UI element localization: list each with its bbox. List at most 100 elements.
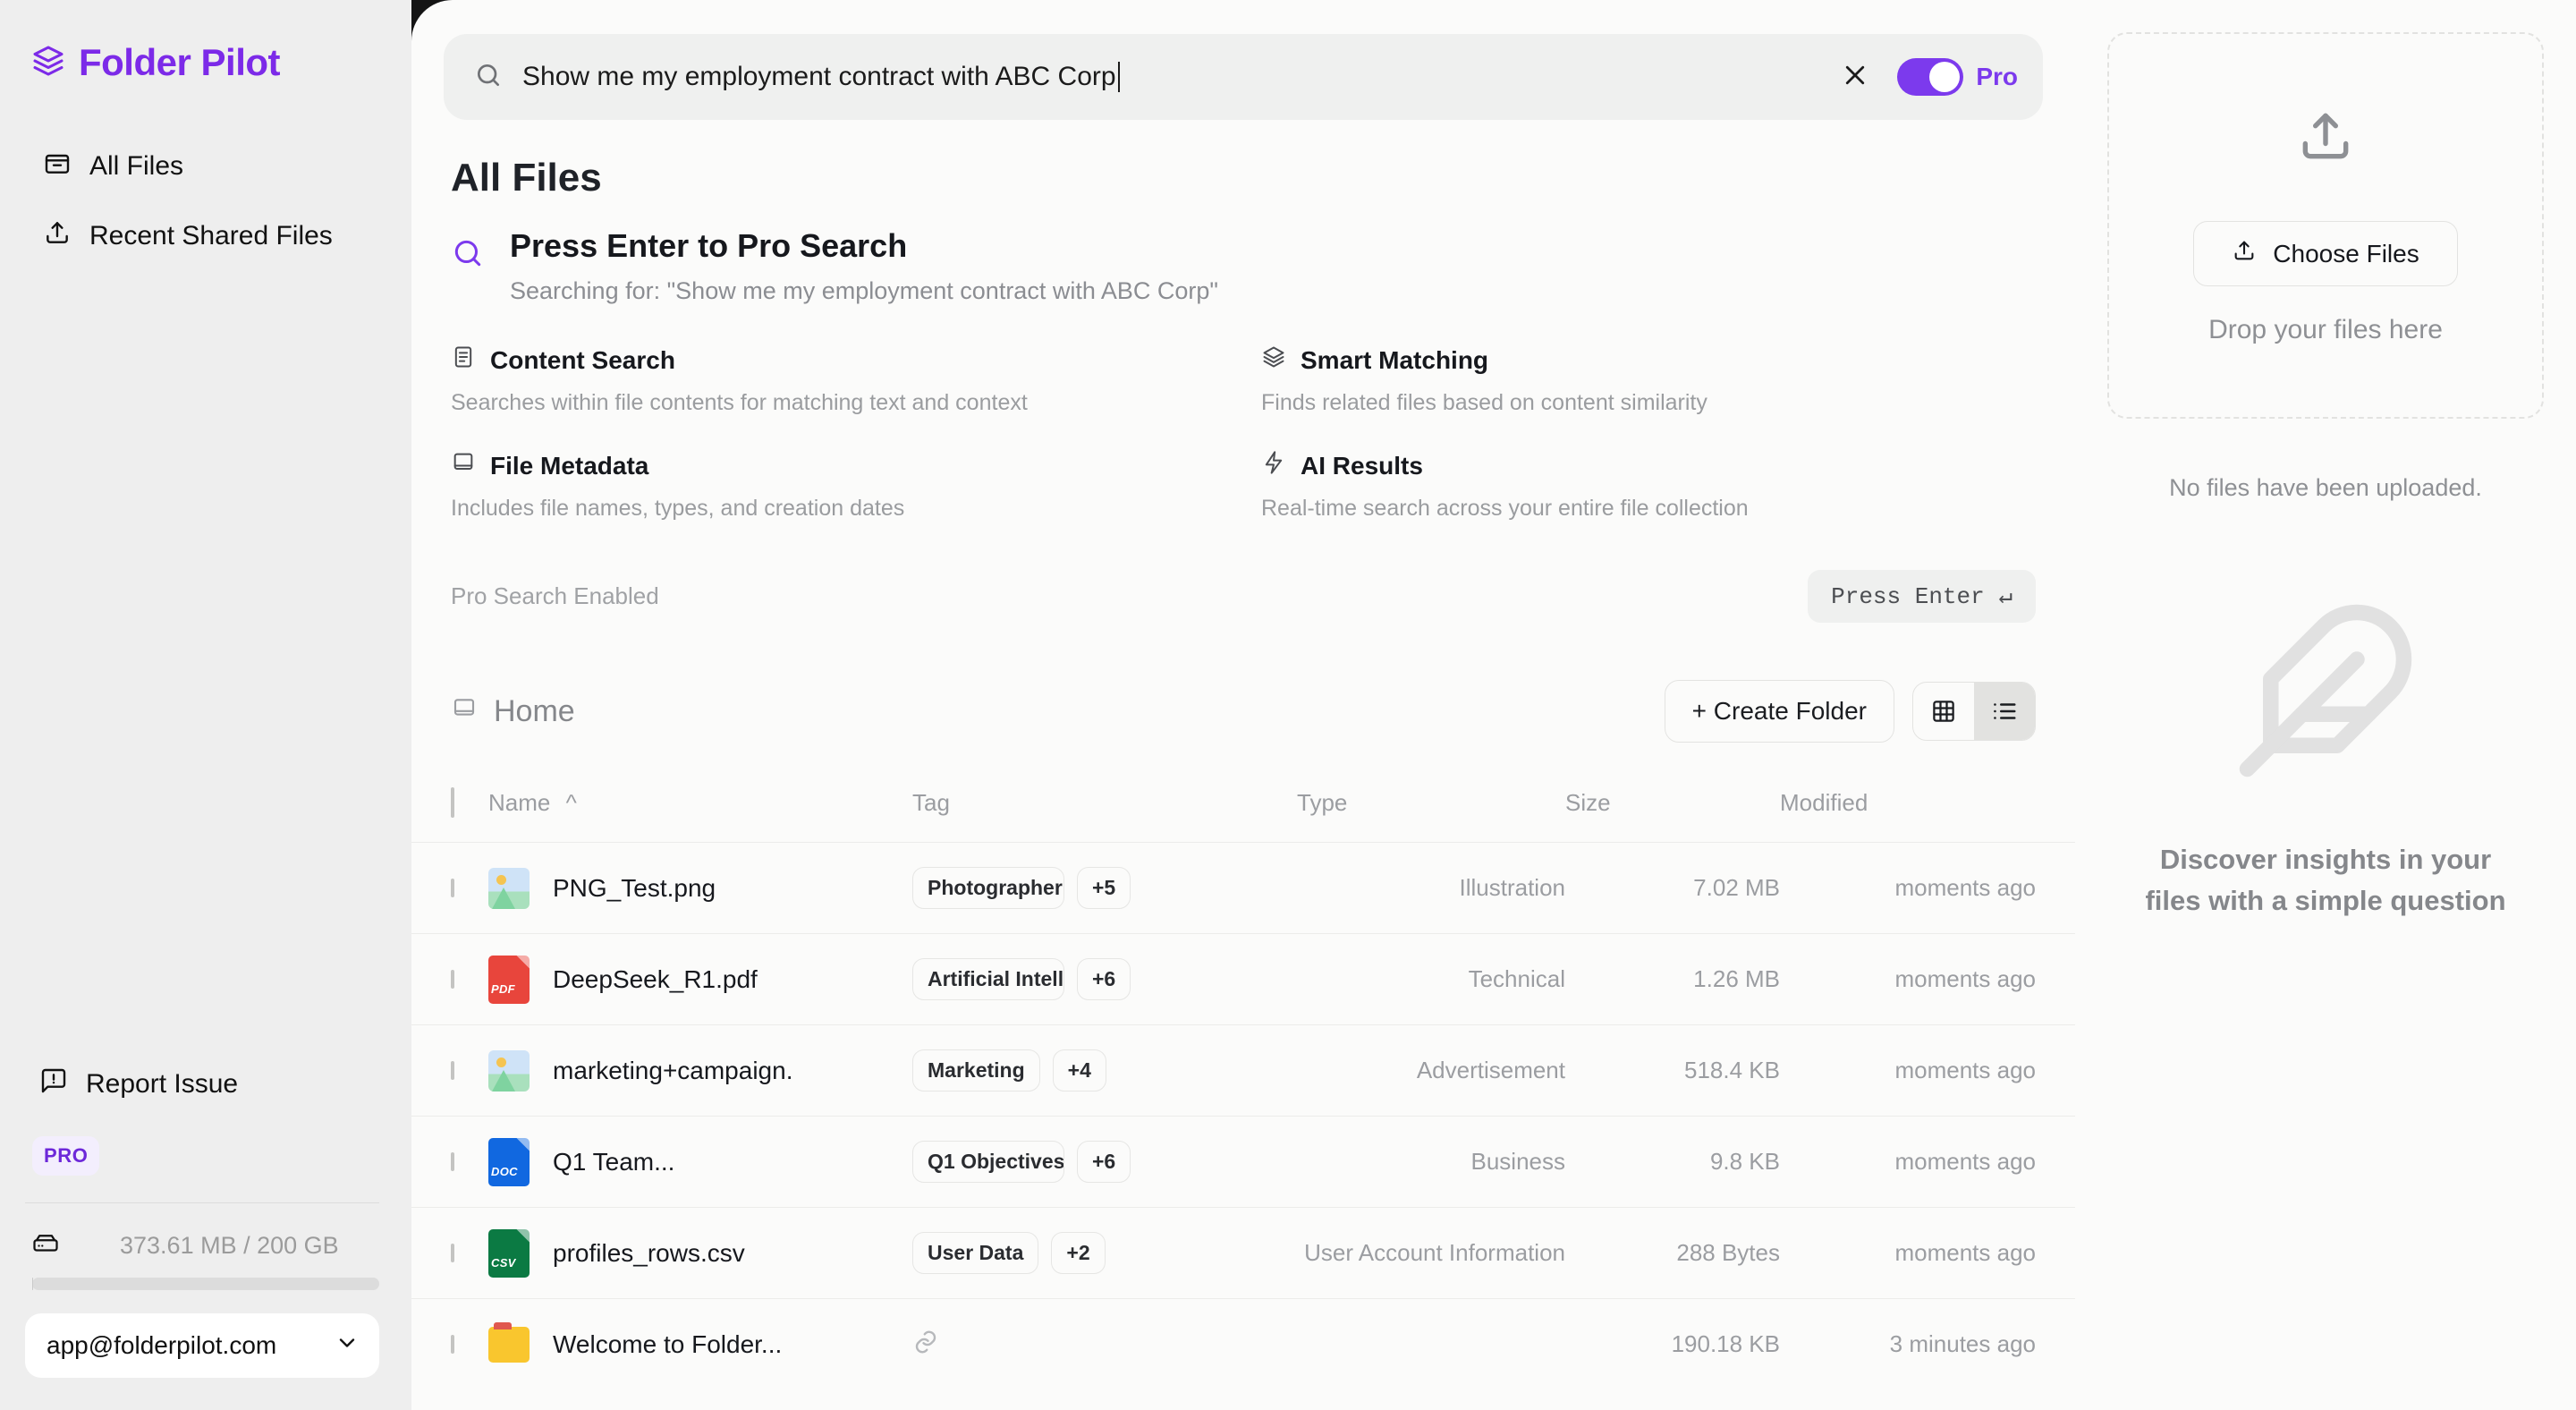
report-issue-button[interactable]: Report Issue <box>0 1066 411 1102</box>
file-modified: moments ago <box>1894 1148 2036 1175</box>
tag-more-chip[interactable]: +4 <box>1052 1049 1106 1091</box>
pro-toggle[interactable]: Pro <box>1897 58 2018 96</box>
choose-files-button[interactable]: Choose Files <box>2193 221 2458 286</box>
pro-search-status: Pro Search Enabled <box>451 582 659 609</box>
row-select-cell <box>411 843 488 934</box>
message-alert-icon <box>39 1066 68 1102</box>
row-tag-cell: Artificial Intelligence +6 <box>912 934 1297 1025</box>
search-icon <box>451 236 485 275</box>
press-enter-hint[interactable]: Press Enter ↵ <box>1808 570 2036 623</box>
storage-section: 373.61 MB / 200 GB <box>0 1203 411 1290</box>
table-row[interactable]: CSV profiles_rows.csv User Data +2 User … <box>411 1207 2075 1299</box>
sidebar-item-all-files[interactable]: All Files <box>0 136 411 197</box>
row-tag-cell: Marketing +4 <box>912 1025 1297 1117</box>
row-name-cell: PNG_Test.png <box>488 843 912 934</box>
account-selector[interactable]: app@folderpilot.com <box>25 1313 379 1378</box>
table-row[interactable]: marketing+campaign. Marketing +4 Adverti… <box>411 1024 2075 1117</box>
feature-title: AI Results <box>1301 451 1423 480</box>
storage-row: 373.61 MB / 200 GB <box>32 1230 379 1261</box>
tag-more-chip[interactable]: +6 <box>1077 958 1131 1000</box>
tag-more-chip[interactable]: +5 <box>1077 867 1131 909</box>
column-header-modified[interactable]: Modified <box>1780 789 2075 843</box>
search-input[interactable]: Show me my employment contract with ABC … <box>522 62 1813 92</box>
tag-chip[interactable]: Artificial Intelligence <box>912 958 1064 1000</box>
table-row[interactable]: PDF DeepSeek_R1.pdf Artificial Intellige… <box>411 933 2075 1025</box>
create-folder-button[interactable]: + Create Folder <box>1664 680 1894 743</box>
breadcrumb-toolbar: Home + Create Folder <box>451 680 2036 743</box>
file-modified: moments ago <box>1894 965 2036 992</box>
tag-chip[interactable]: Photographer <box>912 867 1064 909</box>
chevron-down-icon <box>335 1330 360 1362</box>
row-checkbox[interactable] <box>451 1243 454 1262</box>
insights-text: Discover insights in your files with a s… <box>2145 844 2506 916</box>
tag-more-chip[interactable]: +2 <box>1051 1232 1106 1274</box>
select-all-checkbox[interactable] <box>451 787 454 818</box>
column-header-name[interactable]: Name ^ <box>488 789 912 843</box>
row-select-cell <box>411 1117 488 1208</box>
view-mode-toggle <box>1912 682 2036 741</box>
file-type <box>1297 1299 1565 1390</box>
list-view-icon[interactable] <box>1974 683 2035 740</box>
doc-file-icon: DOC <box>488 1137 530 1186</box>
tag-chip[interactable]: Q1 Objectives <box>912 1141 1064 1183</box>
file-size: 190.18 KB <box>1671 1330 1780 1358</box>
row-checkbox[interactable] <box>451 1151 454 1171</box>
row-checkbox[interactable] <box>451 878 454 897</box>
main-panel: Show me my employment contract with ABC … <box>411 0 2075 1410</box>
file-modified: moments ago <box>1894 874 2036 901</box>
insights-empty-state: Discover insights in your files with a s… <box>2138 597 2513 922</box>
column-header-type[interactable]: Type <box>1297 789 1565 843</box>
files-table-head: Name ^ Tag Type Size Modified <box>411 787 2075 843</box>
layers-logo-icon <box>32 45 64 81</box>
table-row[interactable]: DOC Q1 Team... Q1 Objectives +6 Business… <box>411 1116 2075 1208</box>
tag-more-chip[interactable]: +6 <box>1077 1141 1131 1183</box>
file-name: DeepSeek_R1.pdf <box>553 964 758 993</box>
pdf-file-icon: PDF <box>488 955 530 1004</box>
row-checkbox[interactable] <box>451 1334 454 1354</box>
sidebar-item-recent-shared-files[interactable]: Recent Shared Files <box>0 206 411 267</box>
close-icon[interactable] <box>1833 62 1877 93</box>
file-modified: 3 minutes ago <box>1889 1330 2036 1358</box>
tag-chip[interactable]: User Data <box>912 1232 1039 1274</box>
row-select-cell <box>411 1299 488 1390</box>
column-header-tag[interactable]: Tag <box>912 789 1297 843</box>
image-file-icon <box>488 1049 530 1091</box>
pro-toggle-switch[interactable] <box>1897 58 1964 96</box>
upload-dropzone[interactable]: Choose Files Drop your files here <box>2107 32 2544 419</box>
file-size: 1.26 MB <box>1693 965 1780 992</box>
feature-title: Smart Matching <box>1301 345 1489 374</box>
image-file-icon <box>488 867 530 909</box>
row-checkbox[interactable] <box>451 1060 454 1080</box>
pro-search-heading: Press Enter to Pro Search <box>510 227 908 264</box>
breadcrumb-label: Home <box>494 693 575 728</box>
tag-chip[interactable]: Marketing <box>912 1049 1040 1091</box>
files-table-body: PNG_Test.png Photographer +5 Illustratio… <box>411 842 2075 1390</box>
text-caret <box>1117 62 1120 92</box>
grid-view-icon[interactable] <box>1913 683 1974 740</box>
chevron-up-icon: ^ <box>565 789 577 816</box>
search-bar[interactable]: Show me my employment contract with ABC … <box>444 34 2043 120</box>
file-type: User Account Information <box>1304 1239 1565 1266</box>
row-name-cell: PDF DeepSeek_R1.pdf <box>488 934 912 1025</box>
layers-icon <box>1261 344 1286 376</box>
feature-desc: Includes file names, types, and creation… <box>451 496 905 521</box>
metadata-card-icon <box>451 450 476 481</box>
sidebar-item-label: Recent Shared Files <box>89 221 333 251</box>
row-select-cell <box>411 1025 488 1117</box>
column-header-size[interactable]: Size <box>1565 789 1780 843</box>
file-name: marketing+campaign. <box>553 1056 793 1084</box>
row-name-cell: DOC Q1 Team... <box>488 1117 912 1208</box>
share-upload-icon <box>43 218 72 254</box>
storage-usage-text: 373.61 MB / 200 GB <box>120 1232 339 1259</box>
table-row[interactable]: PNG_Test.png Photographer +5 Illustratio… <box>411 842 2075 934</box>
document-text-icon <box>451 344 476 376</box>
drop-files-text: Drop your files here <box>2208 315 2443 344</box>
feature-title: Content Search <box>490 345 675 374</box>
row-name-cell: CSV profiles_rows.csv <box>488 1208 912 1299</box>
link-icon[interactable] <box>912 1330 939 1359</box>
breadcrumb[interactable]: Home <box>451 694 575 729</box>
row-checkbox[interactable] <box>451 969 454 989</box>
table-row[interactable]: Welcome to Folder... 190.18 KB 3 minutes… <box>411 1298 2075 1390</box>
files-table: Name ^ Tag Type Size Modified PNG_Test.p… <box>411 787 2075 1390</box>
